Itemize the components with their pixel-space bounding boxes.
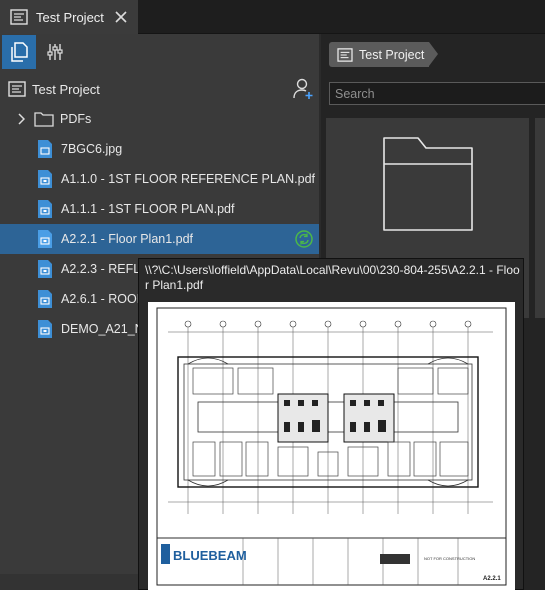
tree-item-label: PDFs bbox=[60, 112, 92, 126]
breadcrumb[interactable]: Test Project bbox=[329, 42, 439, 67]
tab-title: Test Project bbox=[36, 9, 104, 25]
tree-file-a110[interactable]: A1.1.0 - 1ST FLOOR REFERENCE PLAN.pdf bbox=[0, 164, 319, 194]
folder-icon bbox=[34, 112, 54, 127]
tree-item-label: A1.1.1 - 1ST FLOOR PLAN.pdf bbox=[61, 202, 235, 216]
sheet-number: A2.2.1 bbox=[483, 576, 501, 582]
tree-item-label: A2.6.1 - ROOF bbox=[61, 292, 145, 306]
bluebeam-logo-text: BLUEBEAM bbox=[173, 548, 247, 563]
pdf-thumbnail: BLUEBEAM NOT FOR CONSTRUCTION A2.2.1 bbox=[148, 302, 515, 590]
pdf-file-icon bbox=[38, 320, 52, 338]
pdf-file-icon bbox=[38, 230, 52, 248]
image-file-icon bbox=[38, 140, 52, 158]
sliders-icon bbox=[47, 44, 63, 60]
sync-icon bbox=[295, 230, 313, 248]
add-user-icon[interactable] bbox=[291, 77, 315, 101]
tree-item-label: A1.1.0 - 1ST FLOOR REFERENCE PLAN.pdf bbox=[61, 172, 316, 186]
panel-toolbar bbox=[0, 34, 319, 70]
project-icon bbox=[10, 9, 28, 25]
file-path-text: \\?\C:\Users\loffield\AppData\Local\Revu… bbox=[145, 263, 520, 292]
tree-item-label: A2.2.1 - Floor Plan1.pdf bbox=[61, 232, 194, 246]
pdf-file-icon bbox=[38, 170, 52, 188]
chevron-right-icon[interactable] bbox=[14, 113, 28, 125]
project-header[interactable]: Test Project bbox=[0, 74, 319, 104]
tree-file-a111[interactable]: A1.1.1 - 1ST FLOOR PLAN.pdf bbox=[0, 194, 319, 224]
settings-button[interactable] bbox=[38, 35, 72, 69]
project-icon bbox=[337, 47, 353, 62]
tree-item-label: A2.2.3 - REFLE bbox=[61, 262, 149, 276]
tree-file-a221[interactable]: A2.2.1 - Floor Plan1.pdf bbox=[0, 224, 319, 254]
pdf-file-icon bbox=[38, 290, 52, 308]
files-view-button[interactable] bbox=[2, 35, 36, 69]
tree-file-7bgc6[interactable]: 7BGC6.jpg bbox=[0, 134, 319, 164]
folder-icon bbox=[383, 137, 473, 231]
file-preview-tooltip: \\?\C:\Users\loffield\AppData\Local\Revu… bbox=[138, 258, 524, 590]
project-tab[interactable]: Test Project bbox=[0, 0, 138, 34]
project-title: Test Project bbox=[32, 81, 100, 97]
files-icon bbox=[11, 42, 28, 62]
pdf-file-icon bbox=[38, 260, 52, 278]
project-icon bbox=[8, 81, 26, 97]
tree-folder-pdfs[interactable]: PDFs bbox=[0, 104, 319, 134]
folder-tile[interactable] bbox=[535, 118, 545, 318]
search-input[interactable] bbox=[329, 82, 545, 105]
close-icon[interactable] bbox=[110, 6, 132, 28]
tab-strip: Test Project bbox=[0, 0, 545, 34]
breadcrumb-label: Test Project bbox=[359, 47, 425, 62]
tree-item-label: 7BGC6.jpg bbox=[61, 142, 123, 156]
title-block-text: NOT FOR CONSTRUCTION bbox=[424, 556, 475, 561]
pdf-file-icon bbox=[38, 200, 52, 218]
